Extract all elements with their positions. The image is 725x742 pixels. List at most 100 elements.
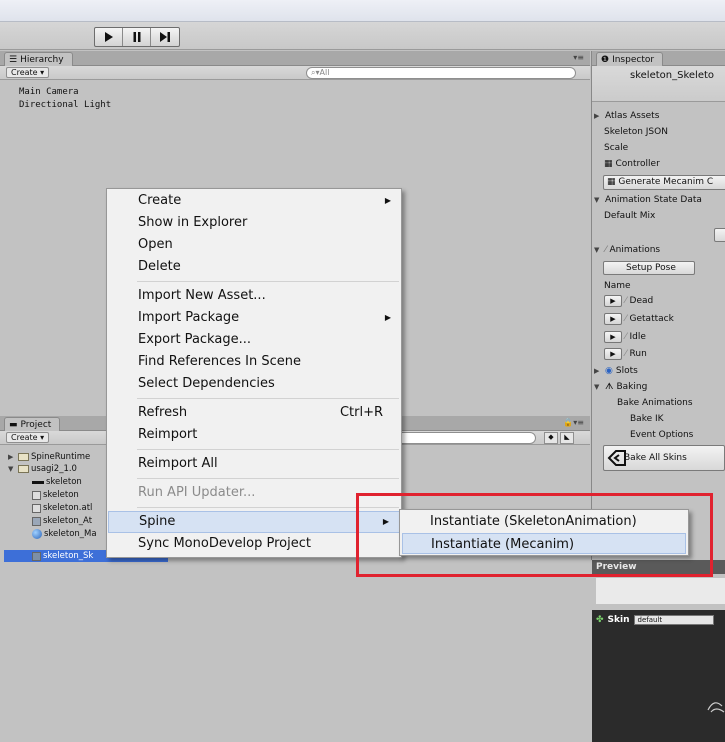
- menu-item-find-references[interactable]: Find References In Scene: [107, 351, 401, 373]
- hierarchy-tabstrip: ☰ Hierarchy ▾≡: [0, 51, 590, 67]
- tree-row[interactable]: ▶ SpineRuntime: [8, 451, 90, 463]
- collapse-icon: ▼: [594, 196, 600, 204]
- hierarchy-subbar: Create ▾ ⌕▾All: [0, 66, 590, 80]
- default-mix-label: Default Mix: [604, 211, 656, 221]
- hierarchy-create-button[interactable]: Create ▾: [6, 67, 50, 78]
- step-button[interactable]: [151, 28, 179, 46]
- play-icon[interactable]: ▶: [604, 348, 622, 360]
- submenu-arrow-icon: ▶: [384, 196, 391, 205]
- expand-icon: ▶: [594, 112, 600, 120]
- skeleton-json-label: Skeleton JSON: [604, 127, 668, 137]
- hierarchy-tab[interactable]: ☰ Hierarchy: [4, 52, 73, 67]
- hierarchy-search-input[interactable]: ⌕▾All: [306, 67, 576, 79]
- menu-item-refresh[interactable]: Refresh Ctrl+R: [107, 402, 401, 424]
- menu-item-create[interactable]: Create ▶: [107, 190, 401, 212]
- scale-label: Scale: [604, 143, 629, 153]
- inspector-title: skeleton_Skeleto: [630, 70, 715, 81]
- play-icon[interactable]: ▶: [604, 331, 622, 343]
- animation-icon: ⁄: [605, 245, 607, 255]
- menu-item-import-package[interactable]: Import Package ▶: [107, 307, 401, 329]
- hierarchy-item[interactable]: Directional Light: [19, 99, 111, 111]
- collapse-icon: ▼: [594, 383, 600, 391]
- controller-icon: ▦: [604, 159, 613, 169]
- tree-row[interactable]: skeleton: [32, 489, 79, 501]
- pause-button[interactable]: [123, 28, 151, 46]
- baking-foldout[interactable]: ▼ ᗑ Baking: [594, 381, 647, 393]
- play-icon[interactable]: ▶: [604, 313, 622, 325]
- menu-item-reimport-all[interactable]: Reimport All: [107, 453, 401, 475]
- animations-foldout[interactable]: ▼ ⁄ Animations: [594, 244, 660, 256]
- animation-row[interactable]: ▶ ⁄ Dead: [604, 295, 653, 307]
- slots-icon: ◉: [605, 366, 613, 376]
- default-mix-field[interactable]: [714, 228, 725, 242]
- setup-pose-button[interactable]: Setup Pose: [603, 261, 695, 275]
- annotation-highlight-box: [356, 493, 713, 577]
- menu-item-delete[interactable]: Delete: [107, 256, 401, 278]
- json-file-icon: [32, 490, 41, 500]
- project-create-button[interactable]: Create ▾: [6, 432, 50, 443]
- main-toolbar: [0, 22, 725, 50]
- filter-type-icon[interactable]: ◆: [544, 432, 558, 444]
- inspector-header: skeleton_Skeleto: [592, 66, 725, 102]
- animation-row[interactable]: ▶ ⁄ Getattack: [604, 313, 674, 325]
- menu-item-export-package[interactable]: Export Package...: [107, 329, 401, 351]
- bake-animations-label: Bake Animations: [617, 398, 693, 408]
- window-title-bar: [0, 0, 725, 22]
- slots-foldout[interactable]: ▶ ◉ Slots: [594, 365, 638, 377]
- atlas-file-icon: [32, 503, 41, 513]
- panel-menu-icon[interactable]: ▾≡: [573, 53, 584, 62]
- hierarchy-item[interactable]: Main Camera: [19, 86, 79, 98]
- play-button[interactable]: [95, 28, 123, 46]
- atlas-assets-foldout[interactable]: ▶ Atlas Assets: [594, 110, 659, 122]
- menu-separator: [137, 449, 399, 450]
- tree-row[interactable]: skeleton_At: [32, 515, 92, 527]
- bake-all-skins-button[interactable]: Bake All Skins: [603, 445, 725, 471]
- grid-icon: ▦: [607, 177, 616, 187]
- controller-label: ▦ Controller: [604, 159, 660, 169]
- folder-icon: [18, 453, 29, 461]
- bake-icon: [607, 450, 626, 466]
- text-asset-icon: [32, 480, 44, 484]
- menu-item-reimport[interactable]: Reimport: [107, 424, 401, 446]
- menu-separator: [137, 281, 399, 282]
- tree-row[interactable]: skeleton.atl: [32, 502, 92, 514]
- tree-row[interactable]: skeleton: [32, 476, 82, 488]
- search-icon: ⌕▾: [311, 68, 320, 77]
- skin-select[interactable]: default: [633, 615, 714, 625]
- skin-row: ✤ Skin default: [596, 615, 714, 625]
- menu-item-open[interactable]: Open: [107, 234, 401, 256]
- play-icon: [104, 32, 113, 42]
- name-label: Name: [604, 281, 631, 291]
- lock-icon[interactable]: 🔒▾≡: [563, 418, 584, 427]
- project-search-input[interactable]: [380, 432, 536, 444]
- material-icon: [32, 529, 42, 539]
- menu-item-show-in-explorer[interactable]: Show in Explorer: [107, 212, 401, 234]
- skin-icon: ✤: [596, 615, 604, 625]
- tree-row[interactable]: skeleton_Ma: [32, 528, 97, 540]
- filter-label-icon[interactable]: ◣: [560, 432, 574, 444]
- expand-icon: ▶: [8, 453, 14, 461]
- menu-separator: [137, 398, 399, 399]
- refresh-shortcut: Ctrl+R: [339, 405, 383, 420]
- inspector-tab[interactable]: ❶ Inspector: [596, 52, 664, 67]
- animation-state-foldout[interactable]: ▼ Animation State Data: [594, 194, 702, 206]
- menu-item-import-new-asset[interactable]: Import New Asset...: [107, 285, 401, 307]
- atlas-asset-icon: [32, 516, 41, 526]
- expand-icon: ▶: [594, 367, 600, 375]
- collapse-icon: ▼: [8, 465, 14, 473]
- animation-row[interactable]: ▶ ⁄ Run: [604, 348, 647, 360]
- project-tab[interactable]: ▬ Project: [4, 417, 61, 432]
- tree-row[interactable]: ▼ usagi2_1.0: [8, 463, 77, 475]
- preview-viewport[interactable]: ✤ Skin default: [592, 610, 725, 742]
- play-icon[interactable]: ▶: [604, 295, 622, 307]
- info-icon: ❶: [601, 54, 610, 65]
- generate-mecanim-button[interactable]: ▦ Generate Mecanim C: [603, 175, 725, 190]
- step-icon: [160, 32, 170, 42]
- animation-row[interactable]: ▶ ⁄ Idle: [604, 331, 646, 343]
- pause-icon: [133, 32, 140, 42]
- menu-separator: [137, 478, 399, 479]
- submenu-arrow-icon: ▶: [384, 313, 391, 322]
- baking-icon: ᗑ: [605, 382, 614, 392]
- inspector-tabstrip: ❶ Inspector: [592, 51, 725, 67]
- menu-item-select-dependencies[interactable]: Select Dependencies: [107, 373, 401, 395]
